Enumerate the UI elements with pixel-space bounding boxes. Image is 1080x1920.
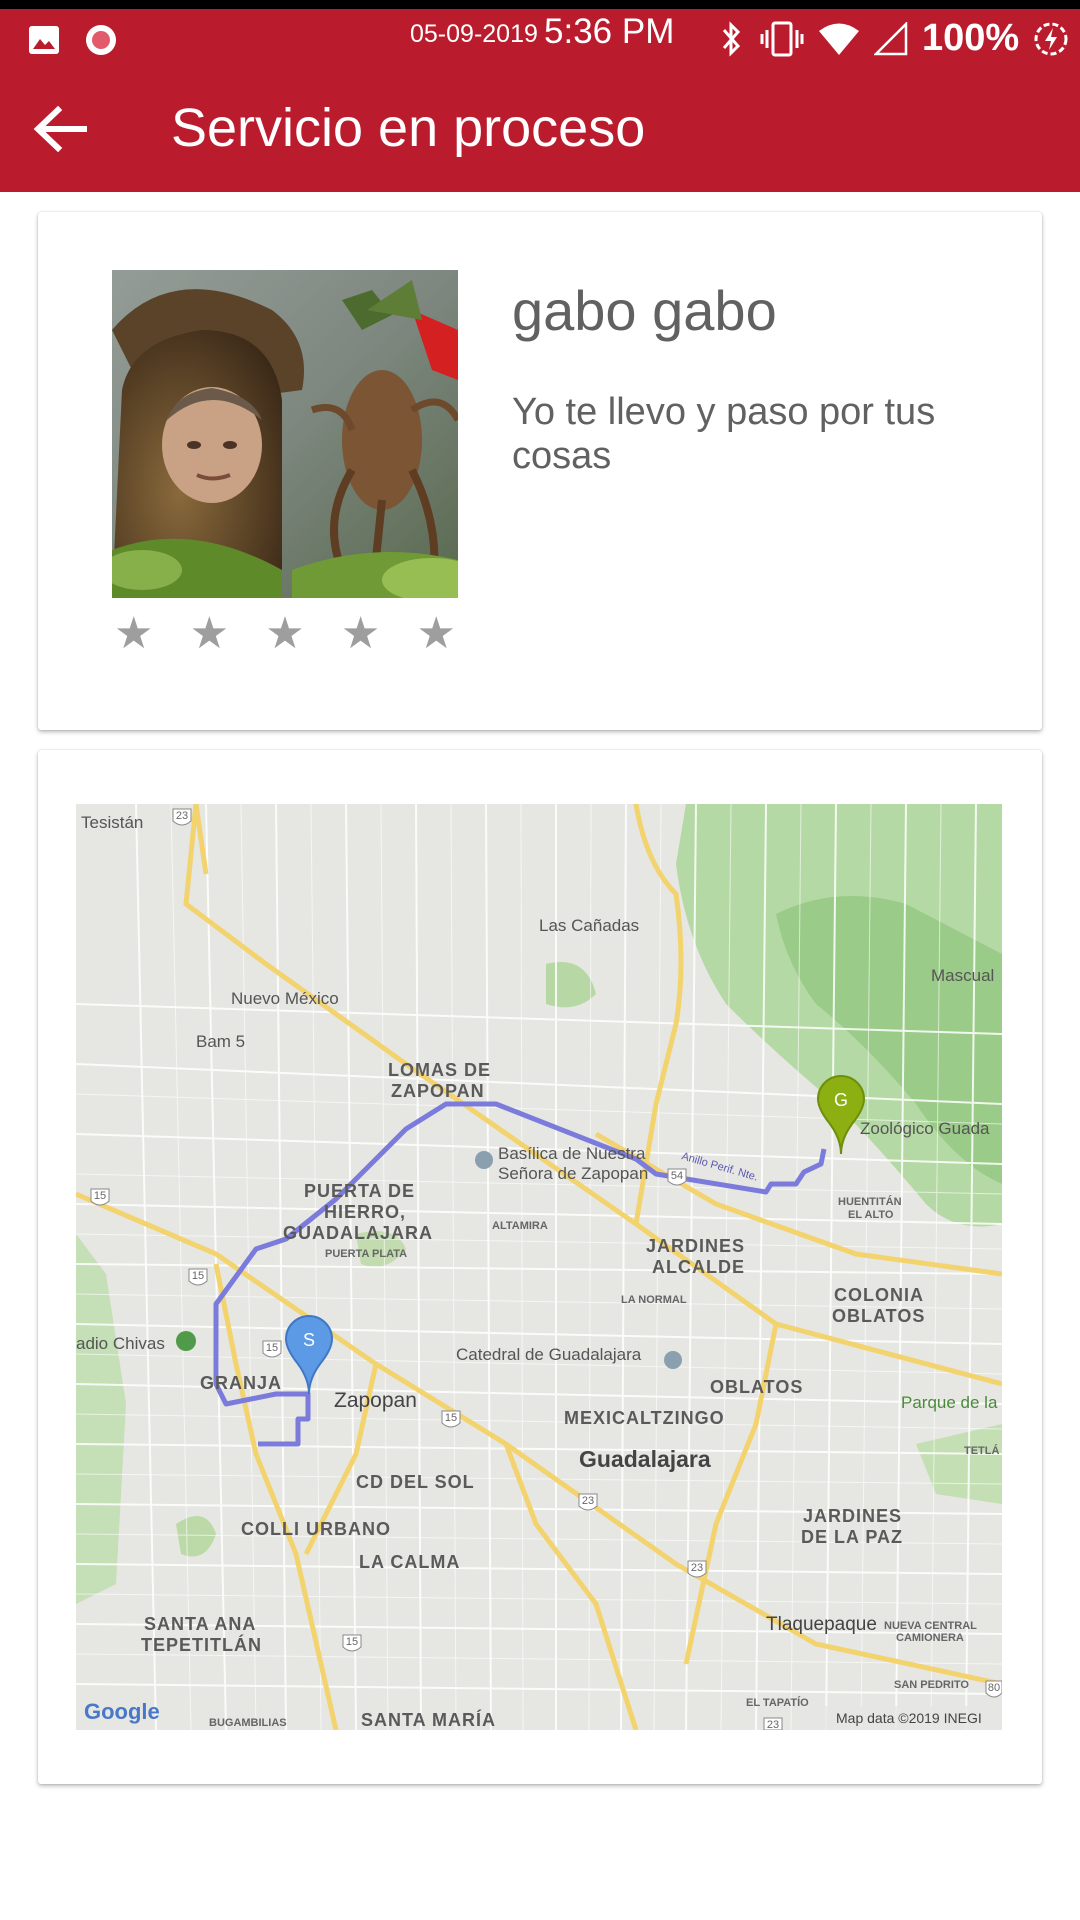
svg-text:SANTA MARÍA: SANTA MARÍA xyxy=(361,1709,496,1730)
svg-text:EL ALTO: EL ALTO xyxy=(848,1209,894,1221)
svg-text:15: 15 xyxy=(94,1190,106,1202)
svg-text:SANTA ANA: SANTA ANA xyxy=(144,1614,256,1634)
svg-text:54: 54 xyxy=(671,1170,683,1182)
svg-text:80: 80 xyxy=(988,1682,1000,1694)
svg-text:CD DEL SOL: CD DEL SOL xyxy=(356,1472,475,1492)
svg-text:15: 15 xyxy=(192,1270,204,1282)
svg-text:SAN PEDRITO: SAN PEDRITO xyxy=(894,1679,969,1691)
svg-text:ALTAMIRA: ALTAMIRA xyxy=(492,1220,548,1232)
rating-stars[interactable]: ★ ★ ★ ★ ★ xyxy=(112,612,458,656)
route-map[interactable]: S G Tesistán Las Cañadas Mascual Nuevo M… xyxy=(76,804,1002,1730)
svg-text:Bam 5: Bam 5 xyxy=(196,1032,245,1051)
svg-text:OBLATOS: OBLATOS xyxy=(832,1306,925,1326)
svg-text:ZAPOPAN: ZAPOPAN xyxy=(391,1081,485,1101)
svg-text:Nuevo México: Nuevo México xyxy=(231,989,339,1008)
svg-text:S: S xyxy=(303,1330,315,1350)
star-2[interactable]: ★ xyxy=(190,612,229,656)
google-logo: Google xyxy=(84,1699,160,1724)
svg-text:JARDINES: JARDINES xyxy=(803,1506,902,1526)
star-3[interactable]: ★ xyxy=(265,612,304,656)
driver-card: ★ ★ ★ ★ ★ gabo gabo Yo te llevo y paso p… xyxy=(38,212,1042,730)
svg-text:Las Cañadas: Las Cañadas xyxy=(539,916,639,935)
star-5[interactable]: ★ xyxy=(417,612,456,656)
svg-text:Tlaquepaque: Tlaquepaque xyxy=(766,1614,877,1635)
driver-avatar xyxy=(112,270,458,598)
svg-text:Basílica de Nuestra: Basílica de Nuestra xyxy=(498,1144,646,1163)
svg-text:23: 23 xyxy=(767,1719,779,1730)
status-date: 05-09-2019 xyxy=(410,20,538,48)
record-icon xyxy=(86,25,116,55)
svg-text:OBLATOS: OBLATOS xyxy=(710,1377,803,1397)
svg-text:LOMAS DE: LOMAS DE xyxy=(388,1060,491,1080)
svg-text:15: 15 xyxy=(266,1342,278,1354)
svg-text:Zapopan: Zapopan xyxy=(334,1389,417,1412)
svg-text:JARDINES: JARDINES xyxy=(646,1236,745,1256)
svg-text:G: G xyxy=(834,1090,848,1110)
svg-text:GRANJA: GRANJA xyxy=(200,1373,282,1393)
svg-text:DE LA PAZ: DE LA PAZ xyxy=(801,1527,903,1547)
back-button[interactable] xyxy=(28,97,92,161)
svg-text:TEPETITLÁN: TEPETITLÁN xyxy=(141,1634,262,1655)
svg-text:BUGAMBILIAS: BUGAMBILIAS xyxy=(209,1717,287,1729)
star-4[interactable]: ★ xyxy=(341,612,380,656)
map-attribution: Map data ©2019 INEGI xyxy=(836,1710,982,1726)
arrow-back-icon xyxy=(33,105,87,153)
svg-text:Tesistán: Tesistán xyxy=(81,813,143,832)
svg-text:EL TAPATÍO: EL TAPATÍO xyxy=(746,1696,809,1709)
svg-text:COLLI URBANO: COLLI URBANO xyxy=(241,1519,391,1539)
svg-text:PUERTA PLATA: PUERTA PLATA xyxy=(325,1248,407,1260)
wifi-icon xyxy=(819,23,859,55)
svg-text:Mascual: Mascual xyxy=(931,966,994,985)
svg-text:LA NORMAL: LA NORMAL xyxy=(621,1294,687,1306)
svg-text:HIERRO,: HIERRO, xyxy=(324,1202,406,1222)
svg-text:ALCALDE: ALCALDE xyxy=(652,1257,745,1277)
svg-text:adio Chivas: adio Chivas xyxy=(76,1334,165,1353)
status-time: 5:36 PM xyxy=(544,12,675,51)
map-card: S G Tesistán Las Cañadas Mascual Nuevo M… xyxy=(38,750,1042,1784)
battery-level: 100% xyxy=(922,17,1020,59)
svg-text:PUERTA DE: PUERTA DE xyxy=(304,1181,415,1201)
svg-text:TETLÁ: TETLÁ xyxy=(964,1444,999,1457)
svg-text:Catedral de Guadalajara: Catedral de Guadalajara xyxy=(456,1345,642,1364)
vibrate-icon xyxy=(760,21,804,56)
signal-icon xyxy=(874,21,908,55)
svg-text:Señora de Zapopan: Señora de Zapopan xyxy=(498,1164,648,1183)
svg-text:LA CALMA: LA CALMA xyxy=(359,1552,460,1572)
star-1[interactable]: ★ xyxy=(114,612,153,656)
driver-message: Yo te llevo y paso por tus cosas xyxy=(512,391,936,477)
svg-text:23: 23 xyxy=(176,810,188,822)
status-bar: 05-09-2019 5:36 PM 100% xyxy=(0,0,1080,61)
svg-text:NUEVA CENTRAL: NUEVA CENTRAL xyxy=(884,1620,977,1632)
svg-text:CAMIONERA: CAMIONERA xyxy=(896,1632,964,1644)
svg-text:15: 15 xyxy=(445,1412,457,1424)
svg-text:MEXICALTZINGO: MEXICALTZINGO xyxy=(564,1408,725,1428)
svg-text:Zoológico Guada: Zoológico Guada xyxy=(860,1119,990,1138)
svg-text:GUADALAJARA: GUADALAJARA xyxy=(283,1223,433,1243)
svg-text:Guadalajara: Guadalajara xyxy=(579,1446,711,1472)
app-bar: Servicio en proceso xyxy=(0,61,1080,192)
svg-text:23: 23 xyxy=(691,1562,703,1574)
svg-text:COLONIA: COLONIA xyxy=(834,1285,924,1305)
svg-text:23: 23 xyxy=(582,1495,594,1507)
svg-text:Parque de la: Parque de la xyxy=(901,1393,998,1412)
svg-text:HUENTITÁN: HUENTITÁN xyxy=(838,1195,902,1208)
svg-text:15: 15 xyxy=(346,1636,358,1648)
bluetooth-icon xyxy=(722,20,741,57)
driver-name: gabo gabo xyxy=(512,279,777,342)
image-icon xyxy=(29,26,59,54)
page-title: Servicio en proceso xyxy=(171,98,646,158)
battery-saver-icon xyxy=(1034,22,1068,55)
